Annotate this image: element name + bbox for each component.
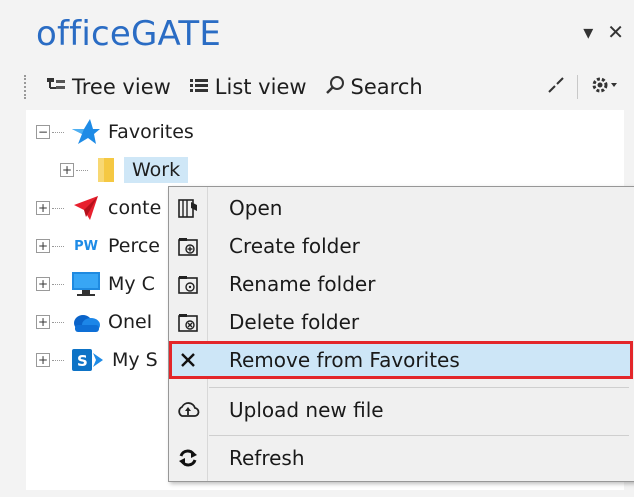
tree-item-label: My C [108,273,155,295]
svg-text:S: S [77,352,88,370]
cloud-icon [70,308,102,336]
officegate-panel: officeGATE ▾ ✕ Tree view List view Searc… [0,0,634,497]
list-view-label: List view [214,75,307,99]
menu-separator [209,435,629,436]
paper-plane-icon [70,194,102,222]
expand-toggle-icon[interactable]: + [60,163,74,177]
search-icon [325,75,345,100]
tree-item-my-sharepoint[interactable]: + S My S [36,342,158,378]
tree-connector [76,169,88,171]
panel-title: officeGATE [36,14,222,54]
context-menu: Open Create folder Rename folder Delete … [168,186,634,482]
menu-item-label: Delete folder [229,310,360,334]
menu-item-remove-from-favorites[interactable]: Remove from Favorites [169,341,633,379]
menu-item-refresh[interactable]: Refresh [169,439,633,477]
tree-item-label: Perce [108,235,160,257]
tree-item-perce[interactable]: + PW Perce [36,228,160,264]
tree-view-label: Tree view [72,75,171,99]
tree-item-label: Work [124,157,189,183]
panel-dropdown-icon[interactable]: ▾ [583,20,593,45]
menu-item-label: Refresh [229,446,305,470]
tree-item-my-computer[interactable]: + My C [36,266,155,302]
menu-item-delete-folder[interactable]: Delete folder [169,303,633,341]
tree-view-icon [46,75,66,99]
tree-item-favorites[interactable]: − Favorites [36,114,194,150]
sharepoint-icon: S [70,346,106,374]
tree-connector [52,321,64,323]
toolbar-grip[interactable] [24,75,30,99]
menu-item-label: Rename folder [229,272,376,296]
tree-item-conte[interactable]: + conte [36,190,161,226]
list-view-button[interactable]: List view [185,73,311,101]
expand-toggle-icon[interactable]: + [36,201,50,215]
tree-connector [52,283,64,285]
delete-folder-icon [169,311,207,333]
menu-item-create-folder[interactable]: Create folder [169,227,633,265]
menu-item-upload-new-file[interactable]: Upload new file [169,391,633,429]
search-button[interactable]: Search [321,73,427,102]
expand-toggle-icon[interactable]: + [36,353,50,367]
tree-item-label: OneI [108,311,153,333]
tree-item-onedrive[interactable]: + OneI [36,304,152,340]
tree-item-work[interactable]: + Work [60,152,189,188]
expand-toggle-icon[interactable]: + [36,315,50,329]
tree-item-label: Favorites [108,121,194,143]
list-view-icon [189,75,209,99]
panel-close-icon[interactable]: ✕ [607,20,624,45]
menu-separator [209,387,629,388]
rename-folder-icon [169,273,207,295]
create-folder-icon [169,235,207,257]
tree-connector [52,245,64,247]
menu-item-rename-folder[interactable]: Rename folder [169,265,633,303]
menu-item-open[interactable]: Open [169,189,633,227]
remove-icon [169,350,207,370]
tree-connector [52,207,64,209]
tree-item-label: My S [112,349,158,371]
tree-connector [52,359,64,361]
collapse-toggle-icon[interactable]: − [36,125,50,139]
star-icon [70,118,102,146]
toolbar: Tree view List view Search [24,70,624,104]
tree-connector [52,131,64,133]
menu-item-label: Create folder [229,234,360,258]
pw-logo-icon: PW [74,238,98,254]
menu-item-label: Remove from Favorites [229,348,460,372]
search-label: Search [350,75,423,99]
folder-icon [94,156,118,184]
menu-item-label: Upload new file [229,398,384,422]
menu-item-label: Open [229,196,283,220]
tree-item-label: conte [108,197,162,219]
panel-controls: ▾ ✕ [583,20,624,45]
collapse-icon[interactable] [547,75,565,99]
toolbar-right-group [547,70,618,104]
computer-icon [70,270,102,298]
tree-view-button[interactable]: Tree view [42,73,175,101]
refresh-icon [169,447,207,469]
open-icon [169,197,207,219]
expand-toggle-icon[interactable]: + [36,239,50,253]
upload-icon [169,400,207,420]
toolbar-separator [577,75,578,99]
settings-gear-icon[interactable] [590,74,618,101]
expand-toggle-icon[interactable]: + [36,277,50,291]
